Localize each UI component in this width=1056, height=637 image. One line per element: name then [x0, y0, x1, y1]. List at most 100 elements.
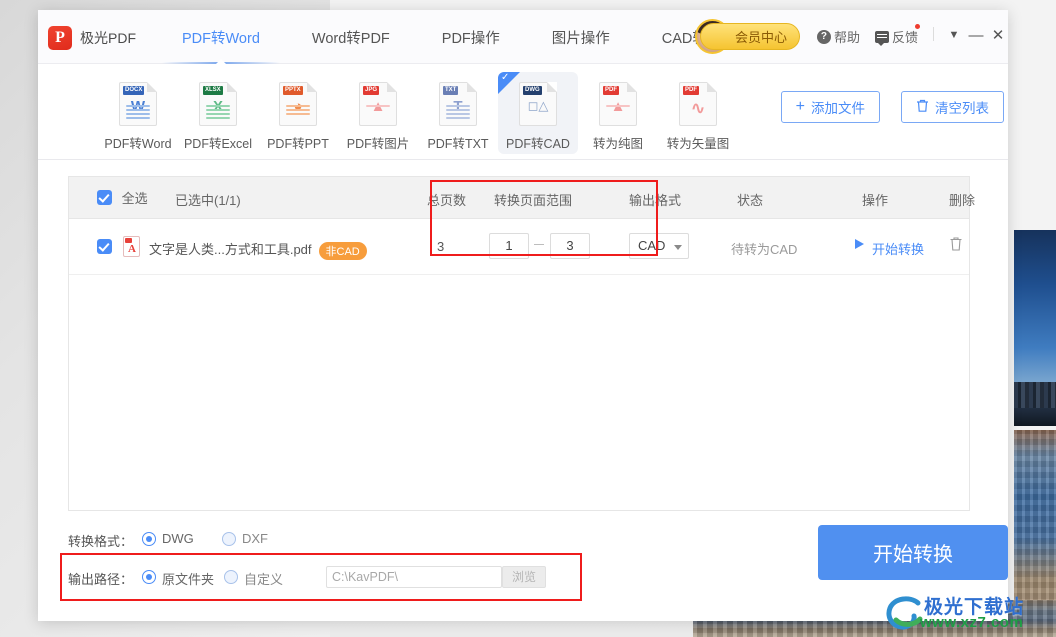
add-file-label: 添加文件: [811, 101, 865, 116]
toolbar-divider: [933, 27, 934, 41]
select-all-checkbox[interactable]: 全选: [97, 188, 148, 207]
selected-count-label: 已选中(1/1): [175, 193, 241, 208]
txt-file-icon: TXT T: [439, 82, 477, 126]
tool-label: 转为纯图: [592, 137, 643, 151]
main-nav: PDF转Word Word转PDF PDF操作 图片操作 CAD转换: [156, 10, 747, 64]
checkbox-icon: [97, 239, 112, 255]
plus-icon: +: [795, 98, 805, 115]
clear-list-label: 清空列表: [935, 101, 989, 116]
tool-label: PDF转Excel: [183, 137, 253, 151]
clear-list-button[interactable]: 清空列表: [901, 91, 1004, 123]
title-bar: P 极光PDF PDF转Word Word转PDF PDF操作 图片操作 CAD…: [38, 10, 1008, 64]
delete-row-button[interactable]: [949, 236, 963, 252]
file-list-header: 全选 已选中(1/1) 总页数 转换页面范围 输出格式 状态 操作 删除: [69, 177, 975, 219]
select-all-label: 全选: [121, 191, 148, 206]
close-window-button[interactable]: ✕: [988, 25, 1008, 45]
speech-bubble-icon: [874, 30, 889, 46]
nav-tab-pdf-operations[interactable]: PDF操作: [416, 10, 526, 64]
wallpaper-thumbnail-city: [1014, 230, 1056, 426]
column-page-range: 转换页面范围: [494, 193, 573, 208]
pdf-vector-file-icon: PDF ∿: [679, 82, 717, 126]
page-range-to-input[interactable]: 3: [550, 233, 590, 259]
output-format-value: CAD: [638, 238, 666, 253]
status-badge: 非CAD: [318, 241, 367, 260]
nav-tab-label: 图片操作: [551, 30, 610, 47]
nav-tab-word-to-pdf[interactable]: Word转PDF: [286, 10, 416, 64]
row-status: 待转为CAD: [731, 242, 798, 257]
checkbox-icon: [97, 190, 112, 205]
nav-tab-label: PDF操作: [441, 30, 500, 47]
minimize-window-button[interactable]: —: [966, 25, 986, 45]
dwg-file-icon: DWG ◻△: [519, 82, 557, 126]
feedback-label: 反馈: [891, 30, 918, 45]
pdf-file-icon: [123, 236, 140, 257]
collapse-window-button[interactable]: ▼: [944, 25, 964, 45]
column-action: 操作: [862, 193, 889, 208]
nav-tab-label: Word转PDF: [311, 30, 390, 47]
tool-to-vector-image[interactable]: PDF ∿ 转为矢量图: [658, 72, 738, 154]
add-file-button[interactable]: + 添加文件: [780, 91, 880, 123]
pdf-raster-file-icon: PDF ▲: [599, 82, 637, 126]
radio-dwg[interactable]: [142, 532, 156, 546]
help-button[interactable]: ? 帮助: [816, 27, 860, 46]
tool-pdf-to-ppt[interactable]: PPTX ◕ PDF转PPT: [258, 72, 338, 154]
xlsx-file-icon: XLSX X: [199, 82, 237, 126]
file-name-text: 文字是人类...方式和工具.pdf: [149, 242, 312, 257]
radio-original-folder[interactable]: [142, 570, 156, 584]
tool-tag: TXT: [443, 86, 459, 95]
trash-icon: [916, 99, 929, 116]
nav-tab-pdf-to-word[interactable]: PDF转Word: [156, 10, 286, 64]
application-window: P 极光PDF PDF转Word Word转PDF PDF操作 图片操作 CAD…: [38, 10, 1008, 621]
tool-pdf-to-excel[interactable]: XLSX X PDF转Excel: [178, 72, 258, 154]
chevron-down-icon: [674, 245, 682, 250]
tool-list: DOCX W PDF转Word XLSX X PDF转Excel P: [98, 72, 738, 154]
output-path-label: 输出路径：: [68, 572, 134, 587]
radio-dxf[interactable]: [222, 532, 236, 546]
file-name: 文字是人类...方式和工具.pdf 非CAD: [149, 239, 367, 260]
tool-tag: XLSX: [203, 86, 223, 95]
tool-pdf-to-cad[interactable]: ✓ DWG ◻△ PDF转CAD: [498, 72, 578, 154]
help-label: 帮助: [833, 30, 860, 45]
output-format-select[interactable]: CAD: [629, 233, 689, 259]
checkmark-icon: ✓: [501, 72, 510, 83]
vip-center-button[interactable]: 会员中心: [699, 23, 800, 50]
tool-pdf-to-txt[interactable]: TXT T PDF转TXT: [418, 72, 498, 154]
format-label: 转换格式：: [68, 534, 134, 549]
tool-label: 转为矢量图: [666, 137, 730, 151]
column-status: 状态: [737, 193, 764, 208]
table-row[interactable]: 文字是人类...方式和工具.pdf 非CAD 3 1 3 CAD 待转为CAD 开…: [69, 219, 969, 275]
start-convert-button[interactable]: 开始转换: [818, 525, 1008, 580]
vip-center-label: 会员中心: [734, 30, 787, 45]
tool-tag: JPG: [363, 86, 380, 95]
tool-label: PDF转CAD: [506, 137, 570, 151]
app-brand-name: 极光PDF: [80, 30, 136, 46]
tool-to-raster-image[interactable]: PDF ▲ 转为纯图: [578, 72, 658, 154]
row-checkbox[interactable]: [97, 238, 112, 255]
file-list-panel: 全选 已选中(1/1) 总页数 转换页面范围 输出格式 状态 操作 删除 文字是…: [68, 176, 975, 511]
start-convert-link[interactable]: 开始转换: [872, 239, 924, 258]
play-icon: [855, 239, 864, 249]
jpg-file-icon: JPG ▲: [359, 82, 397, 126]
tool-pdf-to-image[interactable]: JPG ▲ PDF转图片: [338, 72, 418, 154]
page-range-from-input[interactable]: 1: [489, 233, 529, 259]
column-output-format: 输出格式: [629, 193, 682, 208]
tool-tag: DOCX: [123, 86, 145, 95]
column-delete: 删除: [949, 193, 976, 208]
row-total-pages: 3: [437, 239, 445, 254]
tool-label: PDF转TXT: [427, 137, 489, 151]
tool-strip: DOCX W PDF转Word XLSX X PDF转Excel P: [38, 64, 1008, 160]
tool-tag: PPTX: [283, 86, 303, 95]
radio-dwg-label: DWG: [162, 531, 194, 546]
browse-button[interactable]: 浏览: [502, 566, 546, 588]
output-path-input[interactable]: C:\KavPDF\: [326, 566, 502, 588]
app-logo-icon: P: [48, 26, 72, 50]
tool-tag: DWG: [523, 86, 542, 95]
nav-tab-image-operations[interactable]: 图片操作: [526, 10, 636, 64]
tool-label: PDF转Word: [104, 137, 172, 151]
feedback-button[interactable]: 反馈: [874, 27, 918, 46]
radio-original-folder-label: 原文件夹: [162, 572, 215, 587]
tool-pdf-to-word[interactable]: DOCX W PDF转Word: [98, 72, 178, 154]
question-mark-icon: ?: [816, 29, 831, 44]
radio-custom-folder[interactable]: [224, 570, 238, 584]
tool-tag: PDF: [683, 86, 699, 95]
